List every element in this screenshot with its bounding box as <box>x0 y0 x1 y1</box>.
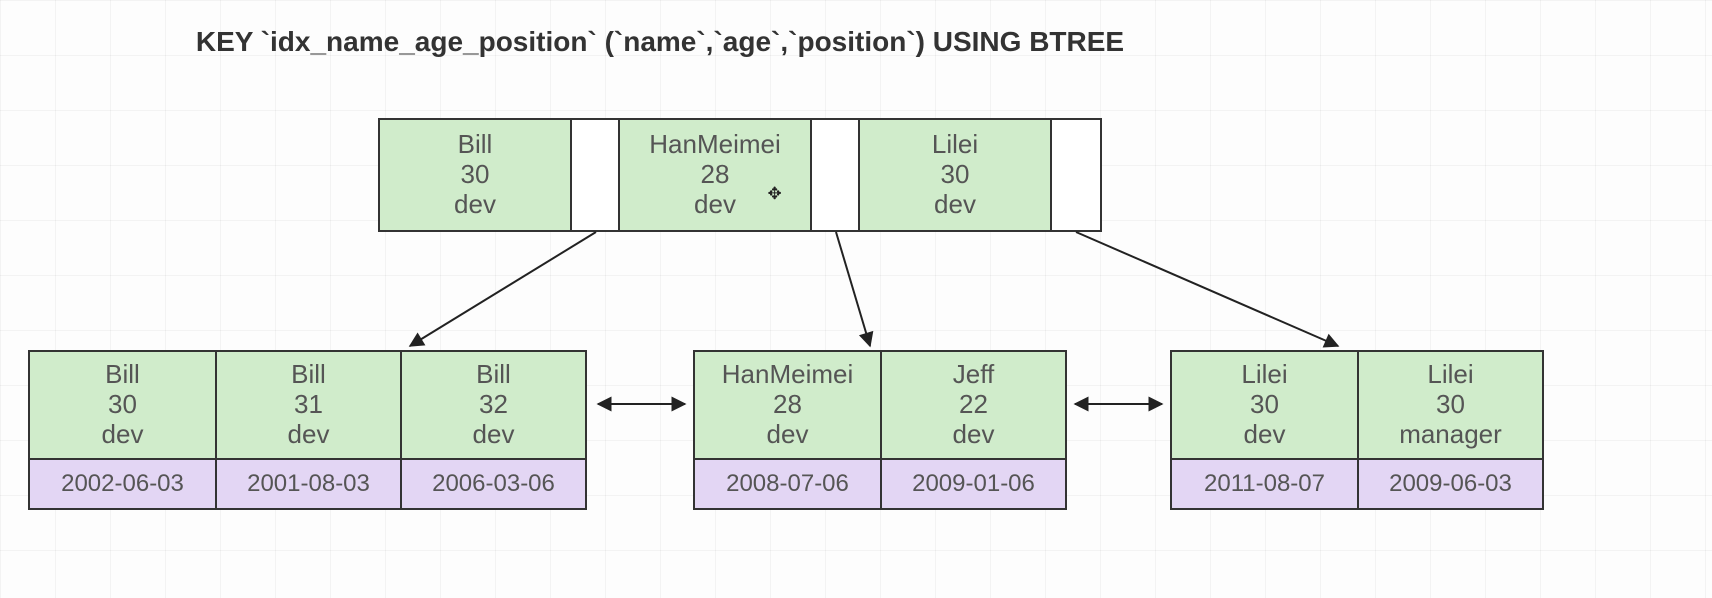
leaf-value: 2002-06-03 <box>30 460 215 508</box>
btree-leaf-1: HanMeimei 28 dev 2008-07-06 Jeff 22 dev … <box>693 350 1067 510</box>
btree-root-node: Bill 30 dev HanMeimei 28 dev Lilei 30 de… <box>378 118 1102 232</box>
leaf-key-age: 30 <box>1436 390 1465 420</box>
root-pointer-gap <box>572 120 620 230</box>
leaf-value: 2008-07-06 <box>695 460 880 508</box>
diagram-title: KEY `idx_name_age_position` (`name`,`age… <box>0 26 1320 58</box>
root-key-position: dev <box>694 190 736 220</box>
leaf-key-age: 22 <box>959 390 988 420</box>
leaf-key-name: Bill <box>105 360 140 390</box>
leaf-value: 2009-06-03 <box>1359 460 1542 508</box>
leaf-entry: HanMeimei 28 dev 2008-07-06 <box>695 352 880 508</box>
leaf-key: Lilei 30 dev <box>1172 352 1357 460</box>
root-key-0: Bill 30 dev <box>380 120 572 230</box>
root-key-position: dev <box>934 190 976 220</box>
leaf-entry: Lilei 30 dev 2011-08-07 <box>1172 352 1357 508</box>
root-key-age: 30 <box>461 160 490 190</box>
root-key-1: HanMeimei 28 dev <box>620 120 812 230</box>
root-pointer-gap <box>1052 120 1100 230</box>
leaf-entry: Bill 31 dev 2001-08-03 <box>215 352 400 508</box>
leaf-key-name: Bill <box>476 360 511 390</box>
leaf-key: Bill 30 dev <box>30 352 215 460</box>
btree-leaf-0: Bill 30 dev 2002-06-03 Bill 31 dev 2001-… <box>28 350 587 510</box>
leaf-key-position: dev <box>1244 420 1286 450</box>
leaf-key-age: 28 <box>773 390 802 420</box>
root-key-name: Lilei <box>932 130 978 160</box>
leaf-key-name: HanMeimei <box>722 360 854 390</box>
leaf-key-position: dev <box>953 420 995 450</box>
leaf-entry: Bill 32 dev 2006-03-06 <box>400 352 585 508</box>
leaf-key-name: Bill <box>291 360 326 390</box>
leaf-key: Bill 32 dev <box>402 352 585 460</box>
leaf-value: 2006-03-06 <box>402 460 585 508</box>
leaf-key-age: 30 <box>108 390 137 420</box>
leaf-key-position: dev <box>767 420 809 450</box>
leaf-key: Jeff 22 dev <box>882 352 1065 460</box>
leaf-key-position: manager <box>1399 420 1502 450</box>
root-key-age: 28 <box>701 160 730 190</box>
leaf-entry: Jeff 22 dev 2009-01-06 <box>880 352 1065 508</box>
leaf-key-position: dev <box>102 420 144 450</box>
leaf-entry: Bill 30 dev 2002-06-03 <box>30 352 215 508</box>
leaf-key-age: 31 <box>294 390 323 420</box>
leaf-value: 2001-08-03 <box>217 460 400 508</box>
leaf-key-name: Lilei <box>1427 360 1473 390</box>
leaf-key-position: dev <box>288 420 330 450</box>
leaf-key-name: Jeff <box>953 360 994 390</box>
leaf-key-age: 32 <box>479 390 508 420</box>
root-key-name: Bill <box>458 130 493 160</box>
move-cursor-icon: ✥ <box>768 186 781 199</box>
root-key-position: dev <box>454 190 496 220</box>
leaf-key-age: 30 <box>1250 390 1279 420</box>
leaf-value: 2009-01-06 <box>882 460 1065 508</box>
root-key-age: 30 <box>941 160 970 190</box>
leaf-key: Bill 31 dev <box>217 352 400 460</box>
leaf-key-name: Lilei <box>1241 360 1287 390</box>
leaf-entry: Lilei 30 manager 2009-06-03 <box>1357 352 1542 508</box>
leaf-value: 2011-08-07 <box>1172 460 1357 508</box>
btree-leaf-2: Lilei 30 dev 2011-08-07 Lilei 30 manager… <box>1170 350 1544 510</box>
root-key-name: HanMeimei <box>649 130 781 160</box>
leaf-key-position: dev <box>473 420 515 450</box>
leaf-key: Lilei 30 manager <box>1359 352 1542 460</box>
root-pointer-gap <box>812 120 860 230</box>
root-key-2: Lilei 30 dev <box>860 120 1052 230</box>
leaf-key: HanMeimei 28 dev <box>695 352 880 460</box>
